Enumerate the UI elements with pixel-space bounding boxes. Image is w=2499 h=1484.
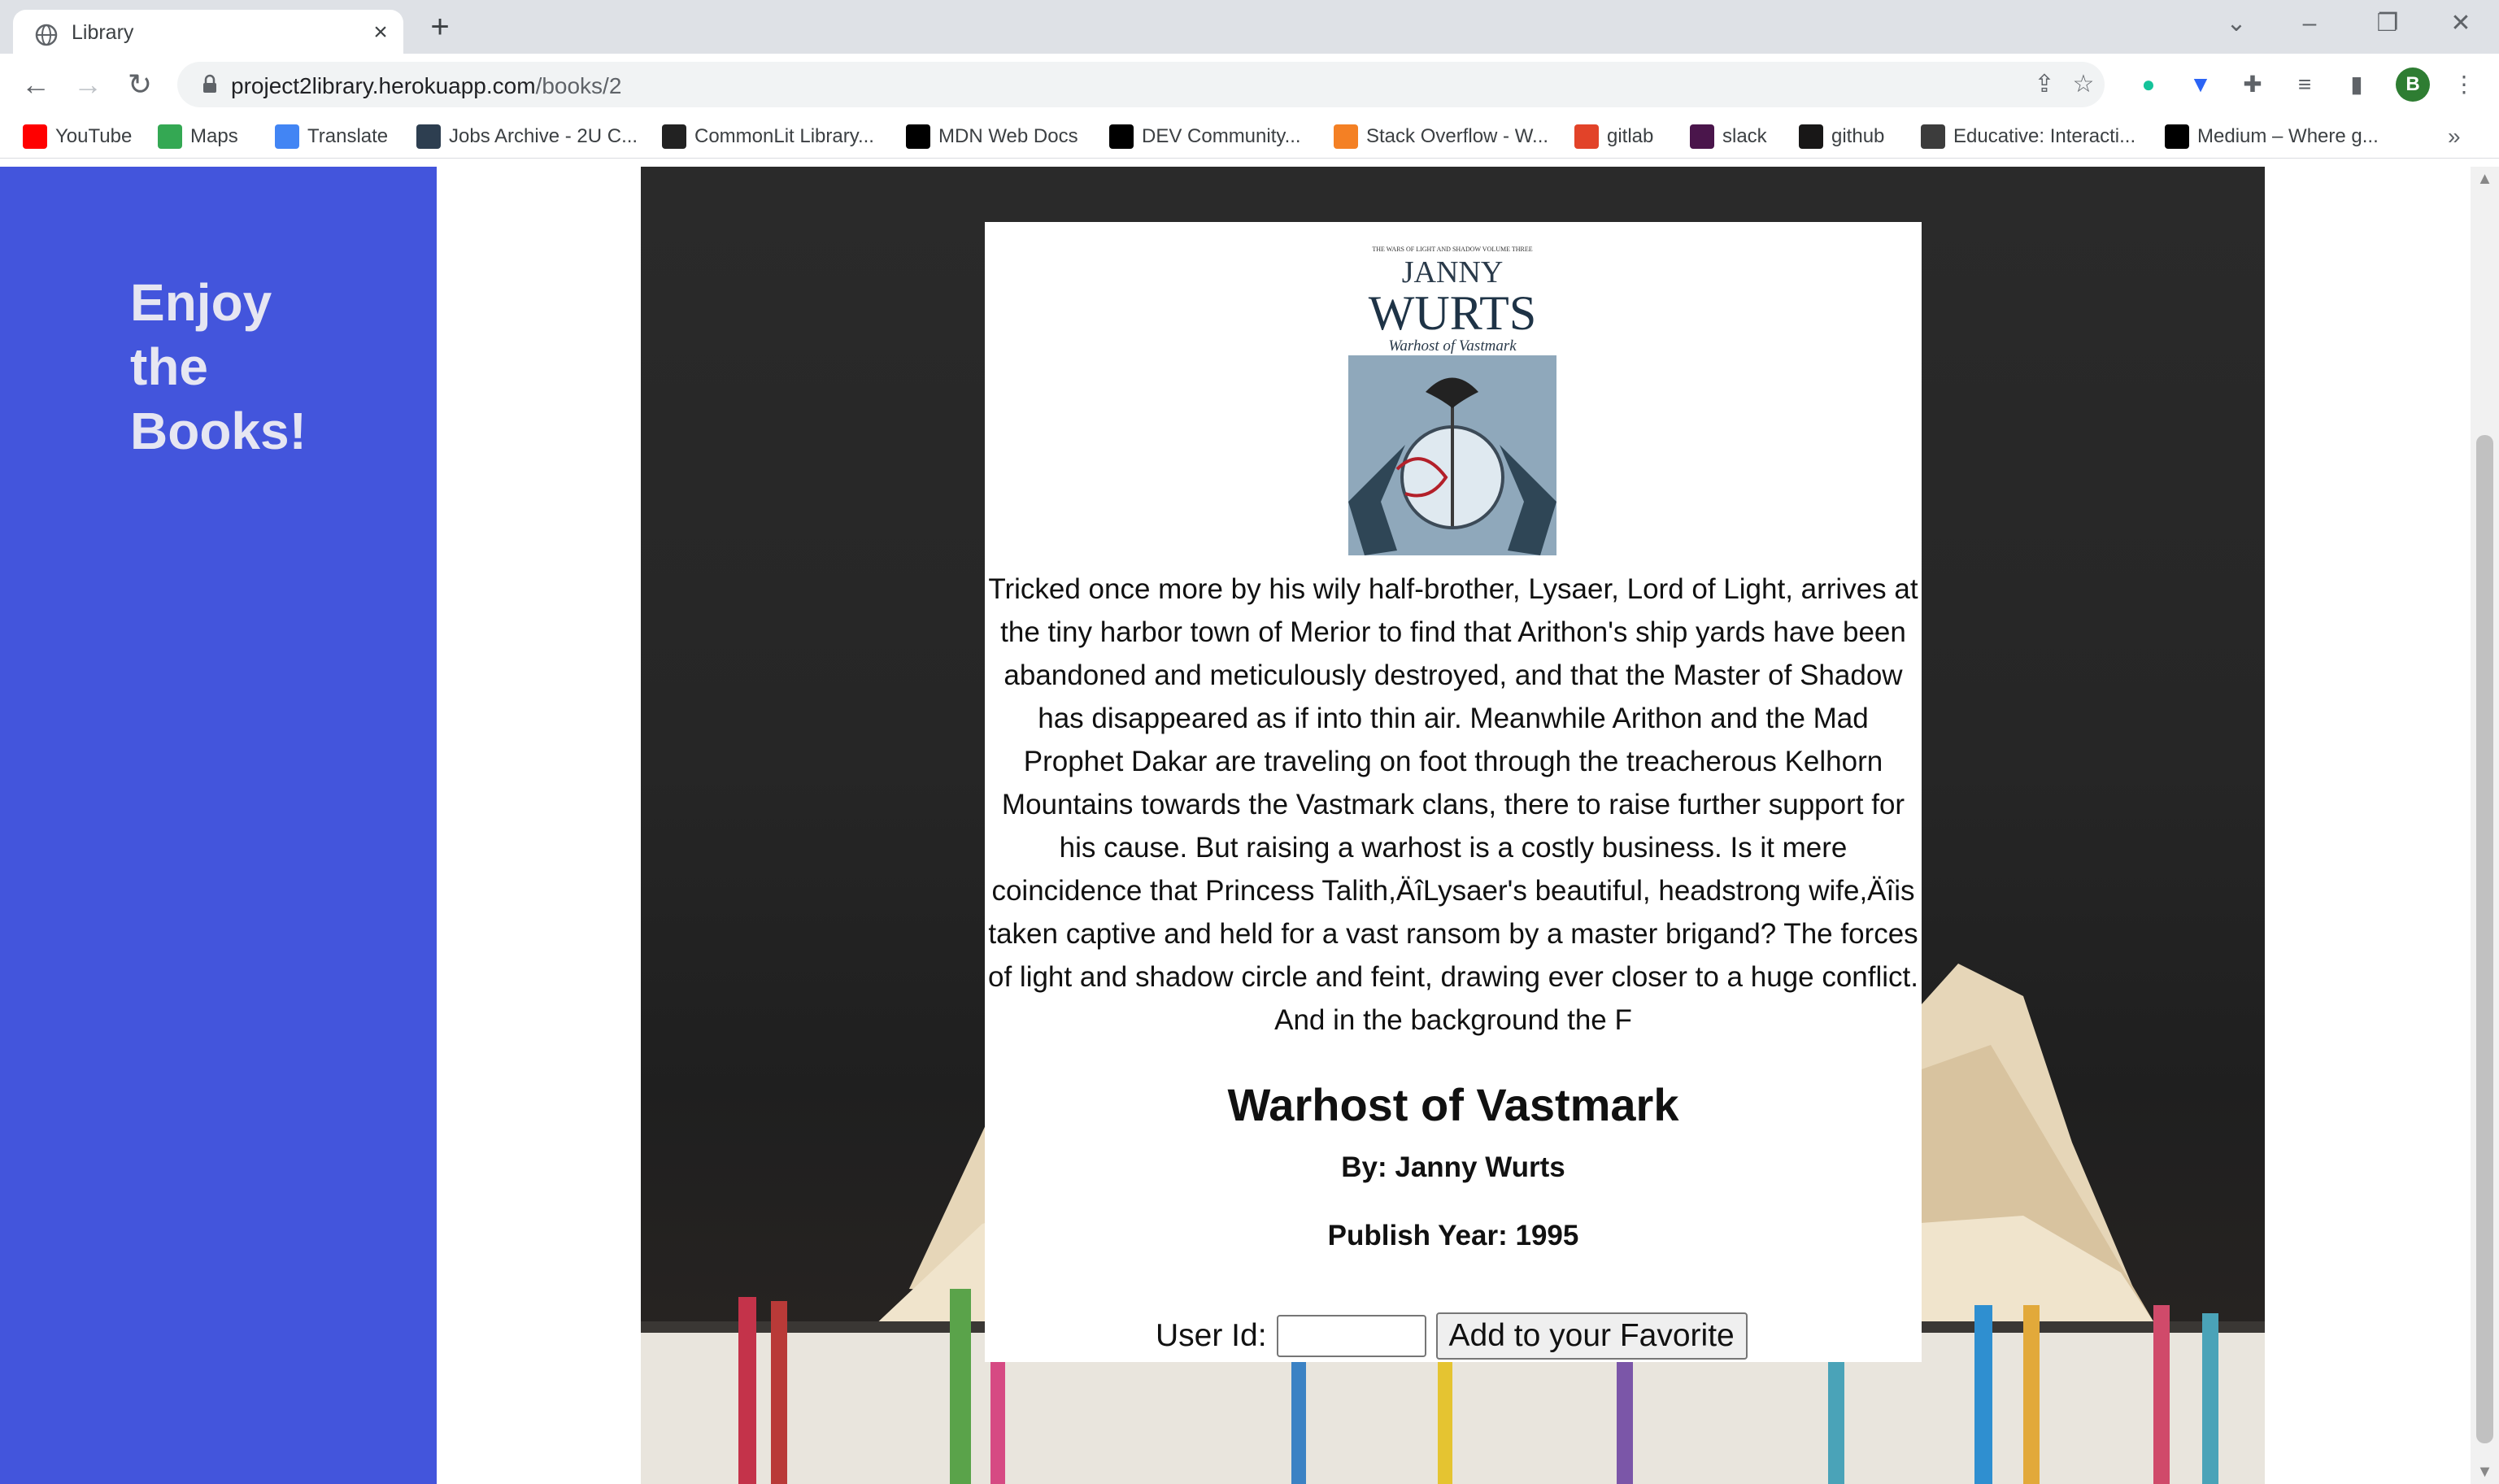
url-path: /books/2 <box>535 73 622 98</box>
browser-tab[interactable]: Library × <box>13 10 403 54</box>
bookmark-label: MDN Web Docs <box>938 125 1078 147</box>
jobs-icon <box>416 124 441 149</box>
cover-author-last: WURTS <box>1369 286 1536 340</box>
restore-icon[interactable]: ❐ <box>2363 5 2412 42</box>
back-arrow-icon[interactable]: ← <box>16 65 55 104</box>
book-cover-image: THE WARS OF LIGHT AND SHADOW VOLUME THRE… <box>1348 233 1556 555</box>
bookmark-label: Maps <box>190 125 238 147</box>
grammarly-icon[interactable]: ● <box>2134 70 2163 99</box>
book-icon <box>662 124 686 149</box>
cover-subtitle: Warhost of Vastmark <box>1388 337 1517 355</box>
gitlab-icon <box>1574 124 1599 149</box>
scrollbar-thumb[interactable] <box>2476 435 2493 1443</box>
media-control-icon[interactable]: ≡ <box>2290 70 2319 99</box>
bookmark-item[interactable]: Educative: Interacti... <box>1921 122 2135 151</box>
side-panel-icon[interactable]: ▮ <box>2342 70 2371 99</box>
page-scrollbar[interactable]: ▲ ▼ <box>2471 167 2499 1484</box>
close-tab-icon[interactable]: × <box>364 16 397 49</box>
new-tab-button[interactable]: + <box>421 8 459 46</box>
user-id-input[interactable] <box>1276 1315 1426 1357</box>
bookmark-star-icon[interactable]: ☆ <box>2069 70 2098 99</box>
bookmark-label: DEV Community... <box>1142 125 1301 147</box>
cover-author-first: JANNY <box>1402 255 1504 289</box>
youtube-icon <box>23 124 47 149</box>
bookmark-label: CommonLit Library... <box>694 125 874 147</box>
bookmark-item[interactable]: Medium – Where g... <box>2165 122 2379 151</box>
extensions-puzzle-icon[interactable]: ✚ <box>2238 70 2267 99</box>
user-id-label: User Id: <box>1156 1318 1267 1353</box>
scroll-up-arrow-icon[interactable]: ▲ <box>2471 167 2499 191</box>
mdn-icon <box>906 124 930 149</box>
bookmark-item[interactable]: gitlab <box>1574 122 1653 151</box>
globe-icon <box>35 24 58 46</box>
scroll-down-arrow-icon[interactable]: ▼ <box>2471 1460 2499 1484</box>
book-author: By: Janny Wurts <box>1341 1151 1565 1183</box>
bookmark-label: Medium – Where g... <box>2197 125 2379 147</box>
bookmark-item[interactable]: Translate <box>275 122 388 151</box>
bookmark-label: Translate <box>307 125 389 147</box>
tab-title: Library <box>72 21 134 44</box>
educative-icon <box>1921 124 1945 149</box>
tab-strip: Library × + ⌄ – ❐ ✕ <box>0 0 2499 54</box>
slack-icon <box>1690 124 1714 149</box>
close-window-icon[interactable]: ✕ <box>2436 5 2485 42</box>
share-icon[interactable]: ⇪ <box>2030 70 2059 99</box>
bookmark-item[interactable]: MDN Web Docs <box>906 122 1078 151</box>
stackoverflow-icon <box>1334 124 1358 149</box>
reload-icon[interactable]: ↻ <box>120 65 159 104</box>
bookmark-item[interactable]: slack <box>1690 122 1767 151</box>
bookmark-label: Stack Overflow - W... <box>1366 125 1549 147</box>
book-description: Tricked once more by his wily half-broth… <box>988 573 1918 1036</box>
book-title: Warhost of Vastmark <box>1227 1079 1679 1130</box>
github-icon <box>1799 124 1823 149</box>
url-host: project2library.herokuapp.com <box>231 73 536 98</box>
address-bar[interactable]: project2library.herokuapp.com/books/2 ⇪ … <box>177 62 2105 107</box>
extension-v-icon[interactable]: ▼ <box>2186 70 2215 99</box>
lock-icon <box>203 74 216 93</box>
bookmark-label: Jobs Archive - 2U C... <box>449 125 638 147</box>
bookmark-label: YouTube <box>55 125 133 147</box>
translate-icon <box>275 124 299 149</box>
url-text[interactable]: project2library.herokuapp.com/books/2 <box>231 73 621 99</box>
medium-icon <box>2165 124 2189 149</box>
forward-arrow-icon[interactable]: → <box>68 65 107 104</box>
sidebar: Enjoy the Books! <box>0 167 437 1484</box>
bookmark-label: Educative: Interacti... <box>1953 125 2136 147</box>
bookmark-item[interactable]: Maps <box>158 122 238 151</box>
sidebar-title: Enjoy the Books! <box>130 273 307 460</box>
minimize-icon[interactable]: – <box>2285 5 2334 42</box>
tab-search-icon[interactable]: ⌄ <box>2212 5 2261 42</box>
book-card: THE WARS OF LIGHT AND SHADOW VOLUME THRE… <box>985 222 1922 1362</box>
bookmark-item[interactable]: github <box>1799 122 1884 151</box>
favorite-form: User Id: Add to your Favorite <box>1156 1312 1748 1360</box>
book-cover-art: THE WARS OF LIGHT AND SHADOW VOLUME THRE… <box>1348 233 1556 555</box>
add-to-favorite-button[interactable]: Add to your Favorite <box>1435 1312 1748 1360</box>
browser-toolbar: ← → ↻ project2library.herokuapp.com/book… <box>0 54 2499 115</box>
maps-icon <box>158 124 182 149</box>
dev-icon <box>1109 124 1134 149</box>
bookmark-item[interactable]: Jobs Archive - 2U C... <box>416 122 638 151</box>
bookmark-item[interactable]: Stack Overflow - W... <box>1334 122 1548 151</box>
bookmark-label: gitlab <box>1607 125 1654 147</box>
page-viewport: Enjoy the Books! THE WARS OF LIGHT AND S… <box>0 167 2499 1484</box>
book-publish-year: Publish Year: 1995 <box>1327 1220 1579 1251</box>
bookmarks-overflow-icon[interactable]: » <box>2448 124 2461 150</box>
bookmark-label: github <box>1831 125 1885 147</box>
bookmark-item[interactable]: CommonLit Library... <box>662 122 874 151</box>
profile-avatar[interactable]: B <box>2396 67 2430 102</box>
bookmarks-bar: YouTube Maps Translate Jobs Archive - 2U C.… <box>0 115 2499 159</box>
bookmark-label: slack <box>1722 125 1767 147</box>
cover-series: THE WARS OF LIGHT AND SHADOW VOLUME THRE… <box>1372 246 1532 253</box>
bookmark-item[interactable]: DEV Community... <box>1109 122 1301 151</box>
bookmark-item[interactable]: YouTube <box>23 122 132 151</box>
menu-kebab-icon[interactable]: ⋮ <box>2449 70 2479 99</box>
